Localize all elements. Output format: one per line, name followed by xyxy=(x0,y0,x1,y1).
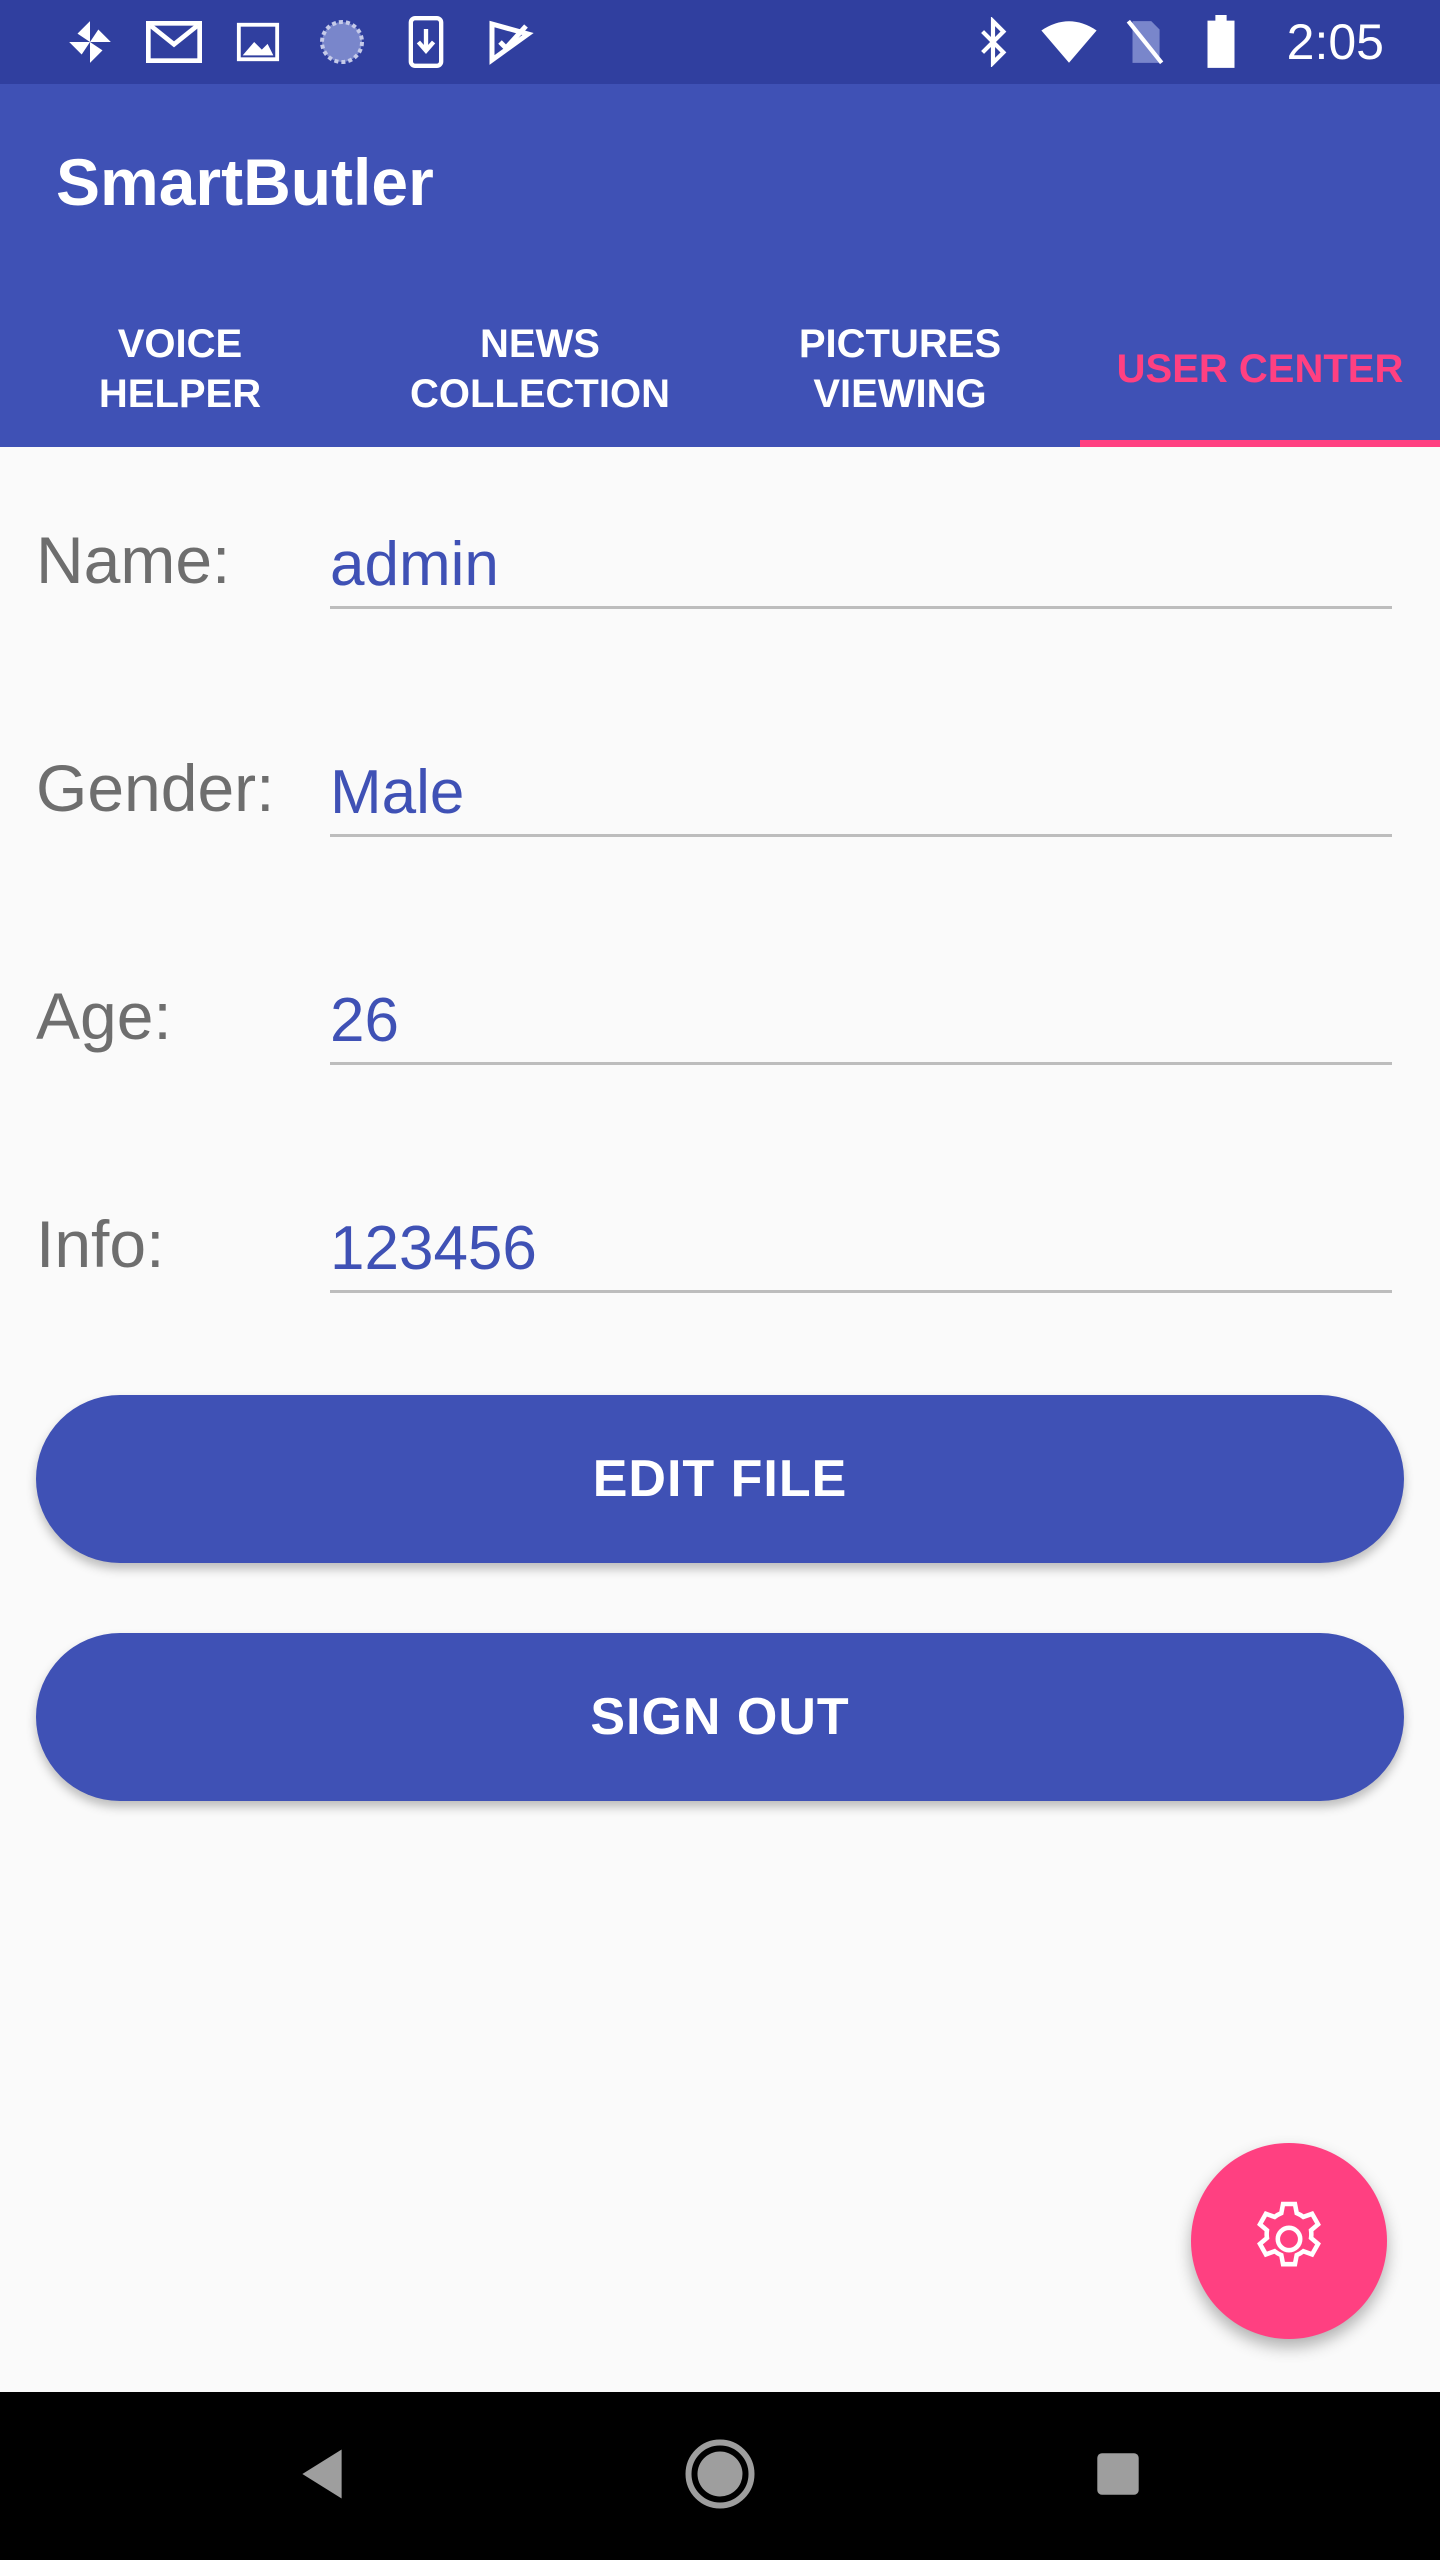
info-field[interactable] xyxy=(330,1206,1392,1293)
system-icons: 2:05 xyxy=(965,14,1384,70)
tab-news-collection[interactable]: NEWS COLLECTION xyxy=(360,282,720,447)
back-icon xyxy=(297,2447,347,2506)
info-row: Info: xyxy=(36,1184,1392,1304)
recents-button[interactable] xyxy=(1034,2392,1202,2560)
sync-icon xyxy=(314,14,370,70)
tab-label: NEWS xyxy=(479,321,600,366)
no-sim-icon xyxy=(1117,14,1173,70)
image-icon xyxy=(230,14,286,70)
name-row: Name: xyxy=(36,500,1392,620)
clock: 2:05 xyxy=(1286,14,1384,70)
gender-row: Gender: xyxy=(36,728,1392,848)
age-field[interactable] xyxy=(330,978,1392,1065)
tab-label: COLLECTION xyxy=(410,371,670,416)
app-title: SmartButler xyxy=(56,145,434,219)
tab-label: VIEWING xyxy=(813,371,987,416)
wifi-icon xyxy=(1041,14,1097,70)
age-row: Age: xyxy=(36,956,1392,1076)
gear-icon xyxy=(1247,2197,1331,2286)
settings-fab[interactable] xyxy=(1191,2143,1387,2339)
name-label: Name: xyxy=(36,523,231,597)
bluetooth-icon xyxy=(965,14,1021,70)
back-button[interactable] xyxy=(238,2392,406,2560)
checkmark-app-icon xyxy=(482,14,538,70)
download-icon xyxy=(398,14,454,70)
notification-icons xyxy=(62,14,538,70)
tab-label: HELPER xyxy=(98,371,262,416)
status-bar: 2:05 xyxy=(0,0,1440,84)
gender-field[interactable] xyxy=(330,750,1392,837)
tab-label: USER CENTER xyxy=(1116,346,1404,391)
battery-icon xyxy=(1193,14,1249,70)
age-label: Age: xyxy=(36,979,172,1053)
tab-label: PICTURES xyxy=(798,321,1002,366)
home-button[interactable] xyxy=(636,2392,804,2560)
recents-icon xyxy=(1095,2451,1141,2502)
gender-label: Gender: xyxy=(36,751,275,825)
app-bar: SmartButler VOICE HELPER NEWS COLLECTION P… xyxy=(0,84,1440,447)
tab-indicator xyxy=(1080,440,1440,447)
pinwheel-icon xyxy=(62,14,118,70)
gmail-icon xyxy=(146,14,202,70)
edit-file-button[interactable]: EDIT FILE xyxy=(36,1395,1404,1563)
navigation-bar xyxy=(0,2392,1440,2560)
sign-out-button[interactable]: SIGN OUT xyxy=(36,1633,1404,1801)
tab-label: VOICE xyxy=(117,321,243,366)
home-icon xyxy=(684,2438,756,2515)
tab-bar: VOICE HELPER NEWS COLLECTION PICTURES VIEWI… xyxy=(0,282,1440,447)
tab-voice-helper[interactable]: VOICE HELPER xyxy=(0,282,360,447)
info-label: Info: xyxy=(36,1207,165,1281)
name-field[interactable] xyxy=(330,522,1392,609)
tab-user-center[interactable]: USER CENTER xyxy=(1080,282,1440,447)
tab-pictures-viewing[interactable]: PICTURES VIEWING xyxy=(720,282,1080,447)
